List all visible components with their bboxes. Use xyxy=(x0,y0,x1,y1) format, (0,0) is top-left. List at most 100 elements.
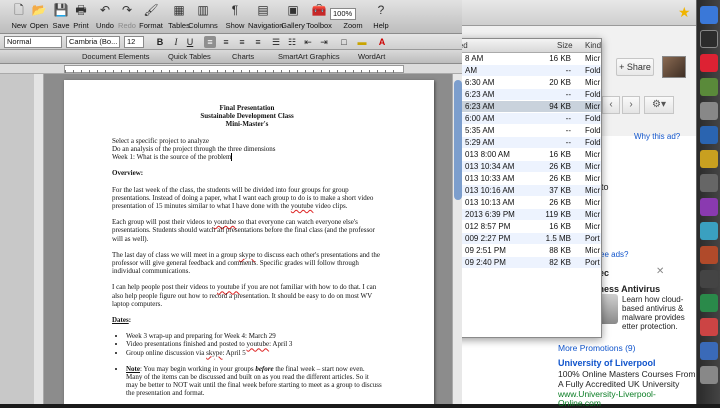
table-row[interactable]: 013 10:13 AM 26 KB Micr xyxy=(453,197,601,208)
table-row[interactable]: 09 2:40 PM 82 KB Port xyxy=(453,257,601,268)
underline-button[interactable]: U xyxy=(184,36,196,48)
table-row[interactable]: 6:23 AM -- Fold xyxy=(453,89,601,100)
table-row[interactable]: 8 AM 16 KB Micr xyxy=(453,53,601,64)
table-row[interactable]: 2013 6:39 PM 119 KB Micr xyxy=(453,209,601,220)
app-icon[interactable] xyxy=(700,342,718,360)
help-icon: ? xyxy=(377,3,385,17)
app-icon[interactable] xyxy=(700,150,718,168)
toolbar-show-button[interactable]: ¶ Show xyxy=(220,2,250,32)
toolbar-help-button[interactable]: ? Help xyxy=(366,2,396,32)
app-icon[interactable] xyxy=(700,294,718,312)
app-icon[interactable] xyxy=(700,222,718,240)
font-size-select[interactable]: 12 xyxy=(124,36,144,48)
more-promotions-link[interactable]: More Promotions (9) xyxy=(558,343,635,353)
cell-date: 013 10:16 AM xyxy=(465,186,515,195)
ruler-tick xyxy=(105,70,106,73)
table-row[interactable]: 013 8:00 AM 16 KB Micr xyxy=(453,149,601,160)
align-left-icon[interactable]: ≡ xyxy=(204,36,216,48)
tab-quick-tables[interactable]: Quick Tables xyxy=(168,52,211,61)
cell-kind: Micr xyxy=(585,102,601,111)
document-body[interactable]: Final Presentation Sustainable Developme… xyxy=(112,104,382,404)
table-row[interactable]: 09 2:51 PM 88 KB Micr xyxy=(453,245,601,256)
doc-paragraph: Each group will post their videos to you… xyxy=(112,218,376,243)
table-row[interactable]: 5:35 AM -- Fold xyxy=(453,125,601,136)
font-select[interactable]: Cambria (Bo... xyxy=(66,36,120,48)
cell-size: 16 KB xyxy=(549,222,571,231)
app-icon[interactable] xyxy=(700,102,718,120)
promo-line: 100% Online Masters Courses From xyxy=(558,369,696,379)
share-button[interactable]: + Share xyxy=(616,58,654,76)
italic-button[interactable]: I xyxy=(170,36,182,48)
table-row[interactable]: 013 10:34 AM 26 KB Micr xyxy=(453,161,601,172)
indent-icon[interactable]: ⇥ xyxy=(318,36,330,48)
finder-app-icon[interactable] xyxy=(700,6,718,24)
app-icon[interactable] xyxy=(700,270,718,288)
app-icon[interactable] xyxy=(700,198,718,216)
table-row[interactable]: 012 8:57 PM 16 KB Micr xyxy=(453,221,601,232)
column-kind[interactable]: Kind xyxy=(585,41,601,50)
ribbon: Document Elements Quick Tables Charts Sm… xyxy=(0,50,462,64)
avatar[interactable] xyxy=(662,56,686,78)
promo-title[interactable]: University of Liverpool xyxy=(558,358,656,368)
table-row[interactable]: 6:00 AM -- Fold xyxy=(453,113,601,124)
promo-url[interactable]: Online.com xyxy=(558,398,601,408)
tab-charts[interactable]: Charts xyxy=(232,52,254,61)
bold-button[interactable]: B xyxy=(154,36,166,48)
table-row[interactable]: 013 10:16 AM 37 KB Micr xyxy=(453,185,601,196)
style-select[interactable]: Normal xyxy=(4,36,62,48)
document-page[interactable]: Final Presentation Sustainable Developme… xyxy=(64,80,434,404)
app-icon[interactable] xyxy=(700,30,718,48)
toolbar-navigation-button[interactable]: ▤ Navigation xyxy=(248,2,283,32)
borders-icon[interactable]: □ xyxy=(338,36,350,48)
outdent-icon[interactable]: ⇤ xyxy=(302,36,314,48)
why-this-ad-link[interactable]: Why this ad? xyxy=(634,132,680,141)
bullets-icon[interactable]: ☰ xyxy=(270,36,282,48)
table-row[interactable]: 6:23 AM 94 KB Micr xyxy=(453,101,601,112)
cell-size: 20 KB xyxy=(549,78,571,87)
app-icon[interactable] xyxy=(700,54,718,72)
app-icon[interactable] xyxy=(700,174,718,192)
browser-toolbar: ★ xyxy=(456,0,696,26)
app-icon[interactable] xyxy=(700,126,718,144)
font-color-icon[interactable]: A xyxy=(376,36,388,48)
tab-smartart-graphics[interactable]: SmartArt Graphics xyxy=(278,52,340,61)
app-icon[interactable] xyxy=(700,78,718,96)
settings-button[interactable]: ⚙▾ xyxy=(644,96,674,114)
zoom-select[interactable]: 100% xyxy=(330,8,356,20)
ruler-tick xyxy=(337,70,338,73)
column-size[interactable]: Size xyxy=(557,41,573,50)
table-row[interactable]: 013 10:33 AM 26 KB Micr xyxy=(453,173,601,184)
align-center-icon[interactable]: ≡ xyxy=(220,36,232,48)
table-row[interactable]: AM -- Fold xyxy=(453,65,601,76)
scroll-thumb[interactable] xyxy=(454,80,462,200)
toolbar-format-button[interactable]: 🖌 Format xyxy=(136,2,166,32)
tab-wordart[interactable]: WordArt xyxy=(358,52,385,61)
table-row[interactable]: 6:30 AM 20 KB Micr xyxy=(453,77,601,88)
finder-column-header: ied Size Kind xyxy=(453,39,601,53)
app-icon[interactable] xyxy=(700,318,718,336)
document-scrollbar[interactable] xyxy=(452,74,462,404)
justify-icon[interactable]: ≡ xyxy=(252,36,264,48)
ruler-tick xyxy=(209,70,210,73)
tab-document-elements[interactable]: Document Elements xyxy=(82,52,150,61)
highlight-icon[interactable]: ▬ xyxy=(356,36,368,48)
word-window: 🗋 New 📂 Open 💾 Save 🖶 Print ↶ Undo ↷ Redo 🖌 Format ▦ Ta… xyxy=(0,0,462,404)
next-page-button[interactable]: › xyxy=(622,96,640,114)
bookmark-star-icon[interactable]: ★ xyxy=(678,4,691,21)
app-icon[interactable] xyxy=(700,246,718,264)
cell-kind: Micr xyxy=(585,54,601,63)
horizontal-ruler[interactable] xyxy=(0,64,462,74)
table-row[interactable]: 009 2:27 PM 1.5 MB Port xyxy=(453,233,601,244)
antivirus-title[interactable]: iness Antivirus xyxy=(596,284,660,294)
toolbar-columns-button[interactable]: ▥ Columns xyxy=(188,2,218,32)
ruler-tick xyxy=(305,70,306,73)
cell-date: 5:29 AM xyxy=(465,138,495,147)
close-icon[interactable]: ✕ xyxy=(656,266,664,277)
prev-page-button[interactable]: ‹ xyxy=(602,96,620,114)
table-row[interactable]: 5:29 AM -- Fold xyxy=(453,137,601,148)
app-icon[interactable] xyxy=(700,366,718,384)
numbering-icon[interactable]: ☷ xyxy=(286,36,298,48)
ruler-tick xyxy=(233,70,234,73)
cell-kind: Micr xyxy=(585,246,601,255)
align-right-icon[interactable]: ≡ xyxy=(236,36,248,48)
